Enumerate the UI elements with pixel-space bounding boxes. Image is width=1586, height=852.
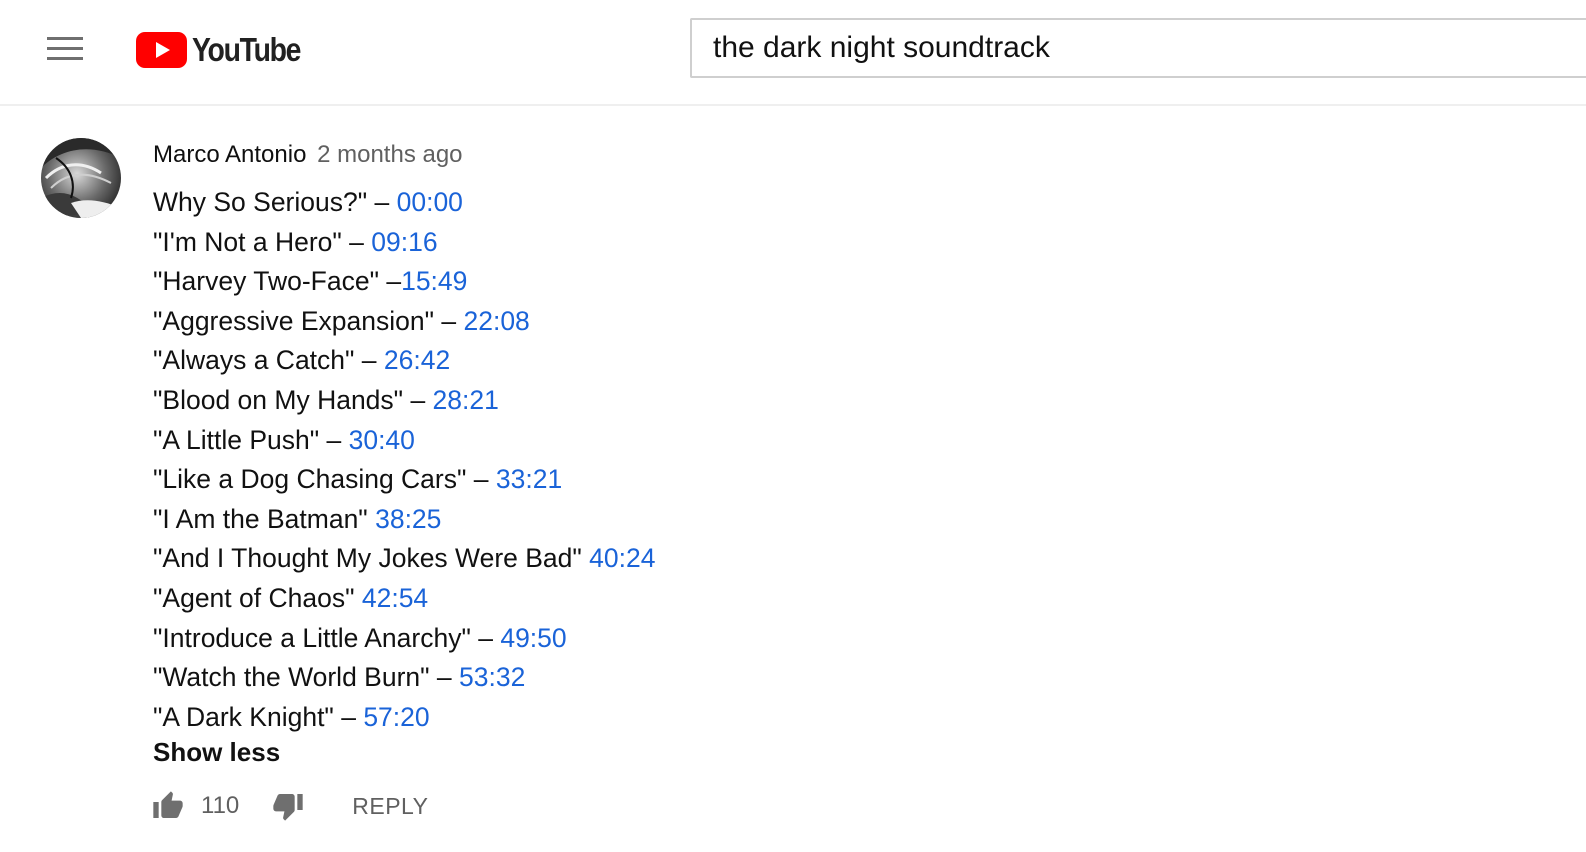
timestamp-link[interactable]: 33:21 — [496, 464, 562, 494]
track-title: "A Dark Knight" – — [153, 701, 364, 732]
timestamp-link[interactable]: 49:50 — [500, 623, 566, 653]
timestamp-link[interactable]: 30:40 — [349, 425, 415, 455]
comment-time[interactable]: 2 months ago — [317, 141, 462, 168]
track-title: "I'm Not a Hero" – — [153, 226, 372, 257]
show-less-button[interactable]: Show less — [153, 734, 280, 770]
comment-line: "I Am the Batman" 38:25 — [153, 500, 656, 540]
masthead: YouTube — [0, 0, 1586, 106]
comment-line: "Agent of Chaos" 42:54 — [153, 579, 656, 619]
comment: Marco Antonio 2 months ago Why So Seriou… — [153, 138, 656, 737]
timestamp-link[interactable]: 53:32 — [459, 662, 525, 692]
track-title: "Aggressive Expansion" – — [153, 305, 464, 336]
comment-line: "Aggressive Expansion" – 22:08 — [153, 302, 656, 342]
comment-line: "Harvey Two-Face" –15:49 — [153, 262, 656, 302]
comment-line: "Always a Catch" – 26:42 — [153, 341, 656, 381]
track-title: Why So Serious?" – — [153, 187, 397, 217]
comment-text: Why So Serious?" – 00:00 "I'm Not a Hero"… — [153, 183, 656, 737]
like-button[interactable] — [152, 790, 184, 822]
comment-author[interactable]: Marco Antonio — [153, 141, 306, 168]
logo-text: YouTube — [192, 31, 301, 68]
track-title: "Like a Dog Chasing Cars" – — [153, 464, 496, 495]
thumbs-down-icon — [273, 794, 303, 821]
timestamp-link[interactable]: 22:08 — [463, 306, 529, 336]
track-title: "Watch the World Burn" – — [153, 662, 460, 693]
youtube-logo[interactable]: YouTube — [136, 30, 318, 70]
comment-line: "A Little Push" – 30:40 — [153, 421, 656, 461]
comment-line: "Like a Dog Chasing Cars" – 33:21 — [153, 460, 656, 500]
track-title: "Always a Catch" – — [153, 345, 384, 376]
comment-actions: 110 REPLY — [152, 786, 428, 826]
avatar[interactable] — [41, 138, 121, 218]
comment-line: "And I Thought My Jokes Were Bad" 40:24 — [153, 539, 656, 579]
reply-button[interactable]: REPLY — [352, 793, 428, 820]
timestamp-link[interactable]: 09:16 — [371, 227, 437, 257]
timestamp-link[interactable]: 26:42 — [384, 345, 450, 375]
track-title: "Blood on My Hands" – — [153, 384, 433, 415]
timestamp-link[interactable]: 42:54 — [362, 583, 428, 613]
timestamp-link[interactable]: 40:24 — [589, 543, 655, 573]
track-title: "I Am the Batman" — [153, 503, 376, 534]
timestamp-link[interactable]: 38:25 — [375, 504, 441, 534]
track-title: "Agent of Chaos" — [153, 582, 362, 613]
comment-line: "Introduce a Little Anarchy" – 49:50 — [153, 619, 656, 659]
timestamp-link[interactable]: 00:00 — [397, 187, 463, 217]
track-title: "Introduce a Little Anarchy" – — [153, 622, 501, 653]
avatar-image — [41, 138, 121, 218]
comment-line: "I'm Not a Hero" – 09:16 — [153, 223, 656, 263]
youtube-play-icon — [136, 32, 187, 68]
track-title: "Harvey Two-Face" – — [153, 266, 402, 297]
timestamp-link[interactable]: 57:20 — [363, 702, 429, 732]
thumbs-up-icon — [153, 791, 183, 818]
track-title: "And I Thought My Jokes Were Bad" — [153, 543, 590, 574]
search-box — [690, 18, 1586, 78]
timestamp-link[interactable]: 28:21 — [433, 385, 499, 415]
hamburger-menu-icon[interactable] — [38, 28, 92, 70]
comment-line: "A Dark Knight" – 57:20 — [153, 698, 656, 738]
comment-line: "Watch the World Burn" – 53:32 — [153, 658, 656, 698]
dislike-button[interactable] — [272, 790, 304, 822]
search-input[interactable] — [692, 20, 1586, 76]
comment-line: Why So Serious?" – 00:00 — [153, 183, 656, 223]
comment-line: "Blood on My Hands" – 28:21 — [153, 381, 656, 421]
track-title: "A Little Push" – — [153, 424, 349, 455]
timestamp-link[interactable]: 15:49 — [401, 266, 467, 296]
like-count: 110 — [201, 792, 240, 819]
comment-header: Marco Antonio 2 months ago — [153, 138, 656, 172]
